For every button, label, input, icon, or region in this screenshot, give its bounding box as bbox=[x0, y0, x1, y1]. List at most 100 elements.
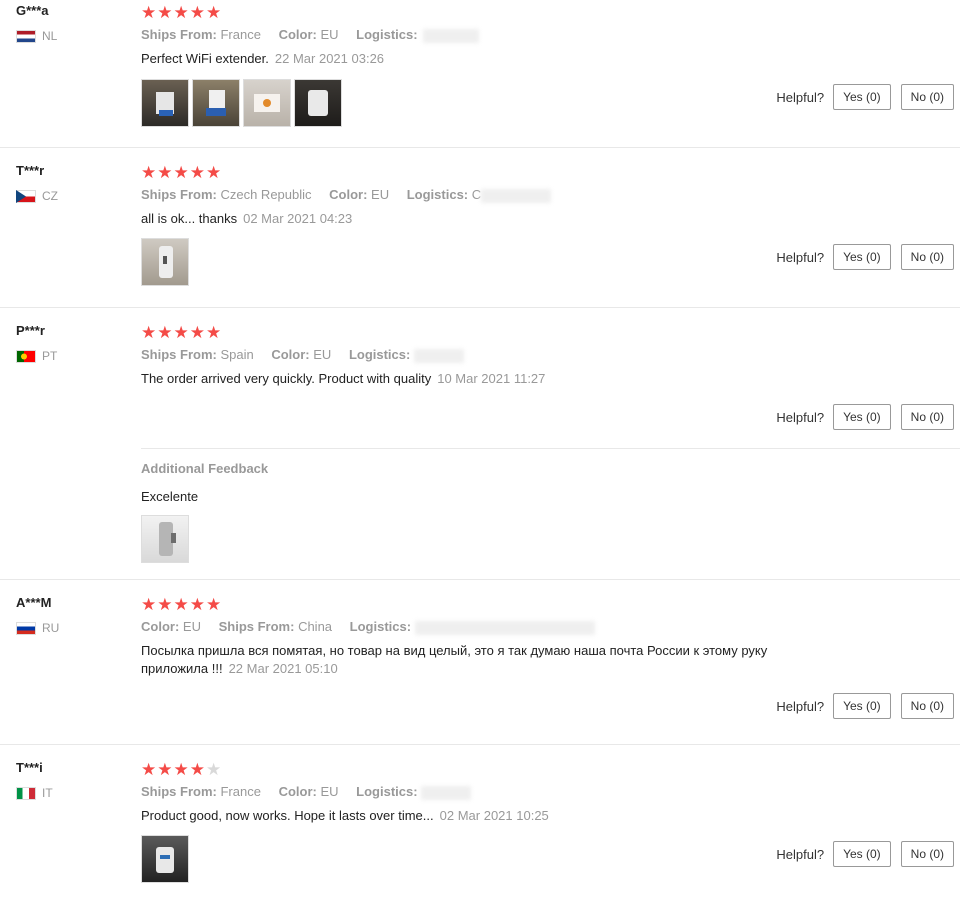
color-value: EU bbox=[182, 619, 201, 634]
logistics-label: Logistics: bbox=[349, 619, 412, 634]
review-item: P***r PT ★★★★★ Ships From: Spain Color: … bbox=[0, 308, 960, 580]
star-icon: ★ bbox=[206, 3, 223, 22]
star-icon: ★ bbox=[189, 323, 206, 342]
star-icon: ★ bbox=[173, 323, 190, 342]
color-value: EU bbox=[313, 347, 332, 362]
star-rating: ★★★★★ bbox=[141, 761, 222, 778]
helpful-yes-button[interactable]: Yes (0) bbox=[833, 841, 891, 867]
logistics-label: Logistics: bbox=[348, 347, 411, 362]
star-icon: ★ bbox=[206, 163, 223, 182]
star-icon: ★ bbox=[157, 3, 174, 22]
box-photo-icon bbox=[254, 94, 280, 112]
star-icon: ★ bbox=[141, 3, 158, 22]
review-photo[interactable] bbox=[192, 79, 240, 127]
helpful-yes-button[interactable]: Yes (0) bbox=[833, 404, 891, 430]
review-body: all is ok... thanks bbox=[141, 211, 238, 226]
ships-from-label: Ships From: bbox=[141, 347, 217, 362]
helpful-no-button[interactable]: No (0) bbox=[900, 841, 954, 867]
logistics-partial: C bbox=[471, 187, 482, 202]
helpful-label: Helpful? bbox=[776, 846, 825, 862]
flag-nl-icon bbox=[16, 29, 36, 43]
star-icon: ★ bbox=[141, 595, 158, 614]
country-code: IT bbox=[42, 786, 53, 800]
flag-ru-icon bbox=[16, 621, 36, 635]
star-icon: ★ bbox=[173, 595, 190, 614]
review-item: T***i IT ★★★★★ Ships From: France Color:… bbox=[0, 745, 960, 898]
reviewer-country: PT bbox=[16, 349, 57, 363]
color-label: Color: bbox=[278, 784, 317, 799]
flag-pt-icon bbox=[16, 349, 36, 363]
helpful-section: Helpful? Yes (0) No (0) bbox=[776, 244, 954, 270]
flag-cz-icon bbox=[16, 189, 36, 203]
review-photo[interactable] bbox=[141, 238, 189, 286]
star-rating: ★★★★★ bbox=[141, 4, 222, 21]
review-photo[interactable] bbox=[141, 835, 189, 883]
ships-from-value: Spain bbox=[220, 347, 254, 362]
ships-from-value: France bbox=[220, 27, 261, 42]
star-icon: ★ bbox=[141, 760, 158, 779]
ships-from-value: China bbox=[298, 619, 333, 634]
star-icon: ★ bbox=[173, 3, 190, 22]
reviewer-name: G***a bbox=[16, 3, 49, 18]
star-icon: ★ bbox=[173, 163, 190, 182]
star-rating: ★★★★★ bbox=[141, 596, 222, 613]
star-icon: ★ bbox=[157, 323, 174, 342]
helpful-label: Helpful? bbox=[776, 249, 825, 265]
helpful-no-button[interactable]: No (0) bbox=[900, 244, 954, 270]
helpful-yes-button[interactable]: Yes (0) bbox=[833, 84, 891, 110]
review-item: A***M RU ★★★★★ Color: EU Ships From: Chi… bbox=[0, 580, 960, 745]
helpful-label: Helpful? bbox=[776, 89, 825, 105]
router-photo-icon bbox=[159, 522, 176, 556]
review-attributes: Ships From: Spain Color: EU Logistics: bbox=[141, 347, 464, 363]
country-code: CZ bbox=[42, 189, 58, 203]
star-icon: ★ bbox=[141, 323, 158, 342]
review-photo[interactable] bbox=[243, 79, 291, 127]
reviewer-country: NL bbox=[16, 29, 57, 43]
color-value: EU bbox=[371, 187, 390, 202]
logistics-redacted bbox=[413, 348, 464, 363]
review-photo[interactable] bbox=[294, 79, 342, 127]
helpful-section: Helpful? Yes (0) No (0) bbox=[776, 693, 954, 719]
review-date: 02 Mar 2021 10:25 bbox=[439, 808, 549, 823]
helpful-section: Helpful? Yes (0) No (0) bbox=[776, 404, 954, 430]
helpful-yes-button[interactable]: Yes (0) bbox=[833, 244, 891, 270]
star-icon: ★ bbox=[141, 163, 158, 182]
reviewer-name: P***r bbox=[16, 323, 45, 338]
flag-it-icon bbox=[16, 786, 36, 800]
router-photo-icon bbox=[206, 90, 226, 116]
additional-feedback-divider bbox=[141, 448, 960, 449]
review-text: The order arrived very quickly. Product … bbox=[141, 370, 545, 388]
star-icon: ★ bbox=[206, 323, 223, 342]
logistics-redacted bbox=[421, 785, 472, 800]
reviewer-name: A***M bbox=[16, 595, 52, 610]
helpful-no-button[interactable]: No (0) bbox=[900, 693, 954, 719]
star-icon: ★ bbox=[189, 3, 206, 22]
review-text: Product good, now works. Hope it lasts o… bbox=[141, 807, 549, 825]
review-date: 22 Mar 2021 05:10 bbox=[228, 661, 338, 676]
logistics-redacted bbox=[481, 188, 552, 203]
review-photo[interactable] bbox=[141, 79, 189, 127]
helpful-yes-button[interactable]: Yes (0) bbox=[833, 693, 891, 719]
helpful-section: Helpful? Yes (0) No (0) bbox=[776, 841, 954, 867]
review-item: G***a NL ★★★★★ Ships From: France Color:… bbox=[0, 0, 960, 148]
review-body: Product good, now works. Hope it lasts o… bbox=[141, 808, 434, 823]
logistics-label: Logistics: bbox=[406, 187, 469, 202]
review-photos bbox=[141, 238, 189, 286]
additional-feedback-text: Excelente bbox=[141, 489, 199, 504]
review-date: 22 Mar 2021 03:26 bbox=[274, 51, 385, 66]
helpful-no-button[interactable]: No (0) bbox=[900, 404, 954, 430]
star-icon: ★ bbox=[189, 163, 206, 182]
review-text: Посылка пришла вся помятая, но товар на … bbox=[141, 642, 811, 678]
ships-from-value: Czech Republic bbox=[220, 187, 312, 202]
review-photo[interactable] bbox=[141, 515, 189, 563]
review-attributes: Ships From: France Color: EU Logistics: bbox=[141, 784, 472, 800]
router-photo-icon bbox=[156, 847, 174, 873]
router-photo-icon bbox=[159, 246, 173, 278]
reviewer-country: RU bbox=[16, 621, 59, 635]
review-text: all is ok... thanks 02 Mar 2021 04:23 bbox=[141, 210, 352, 228]
review-date: 10 Mar 2021 11:27 bbox=[437, 371, 546, 386]
country-code: RU bbox=[42, 621, 60, 635]
color-label: Color: bbox=[141, 619, 180, 634]
logistics-label: Logistics: bbox=[356, 784, 418, 799]
helpful-no-button[interactable]: No (0) bbox=[900, 84, 954, 110]
